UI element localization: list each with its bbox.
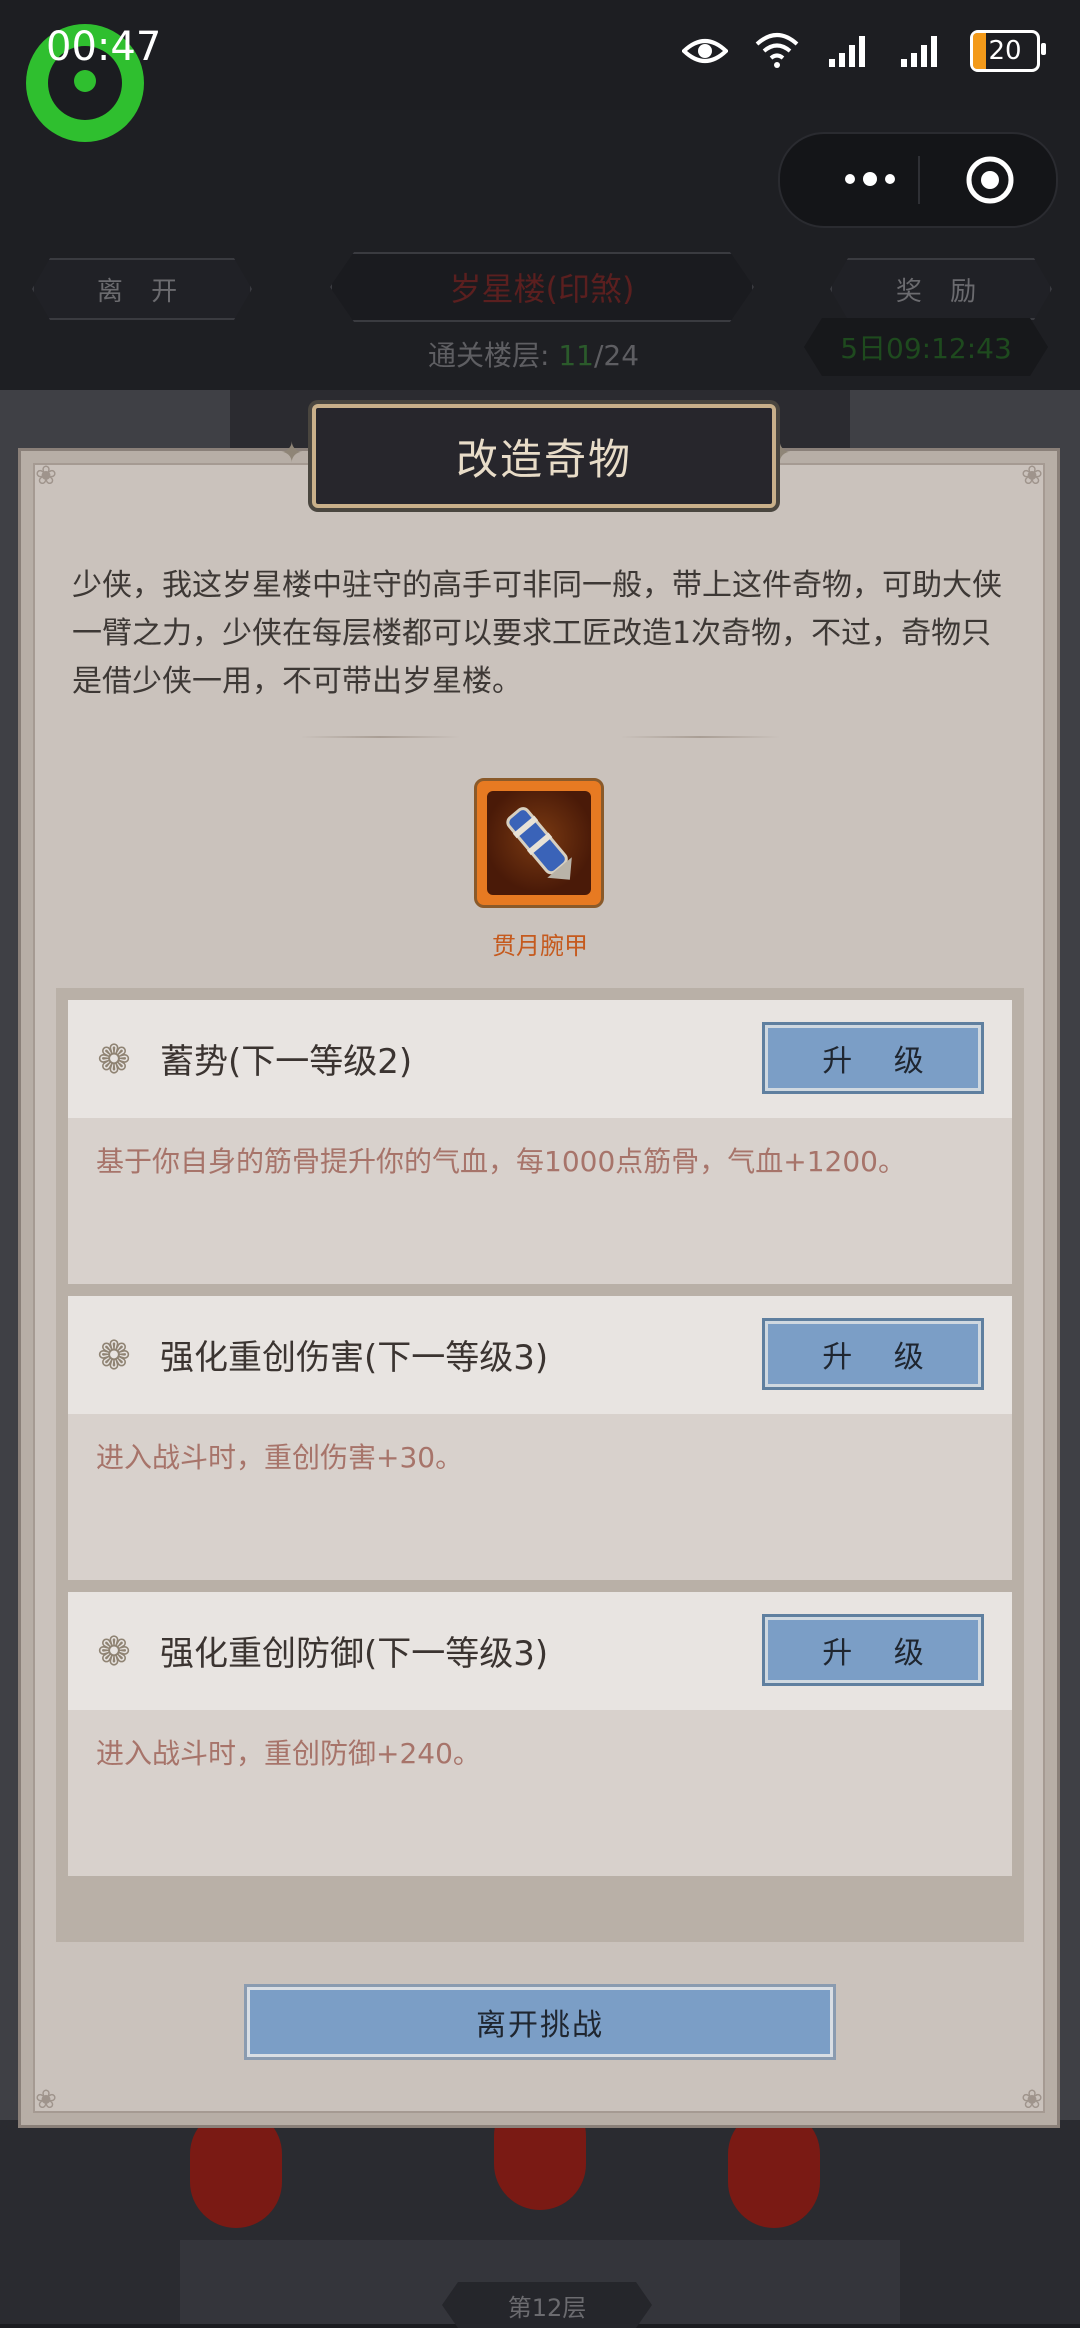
flower-icon: ❁: [97, 1333, 131, 1379]
signal-icon: [898, 31, 944, 71]
miniprogram-capsule: [778, 132, 1058, 228]
floor-title: 岁星楼(印煞): [330, 252, 754, 322]
option-title: 蓄势(下一等级2): [160, 1042, 413, 1082]
option-desc: 进入战斗时，重创防御+240。: [96, 1737, 481, 1770]
flower-icon: ❁: [97, 1629, 131, 1675]
dialog-title-plate: 改造奇物: [312, 404, 776, 508]
cleared-floors: 通关楼层: 11/24: [428, 334, 639, 374]
upgrade-button[interactable]: 升 级: [762, 1022, 984, 1094]
option-card: ❁ 强化重创防御(下一等级3) 升 级 进入战斗时，重创防御+240。: [68, 1592, 1012, 1876]
option-desc: 进入战斗时，重创伤害+30。: [96, 1441, 464, 1474]
bracer-icon: [506, 807, 572, 880]
countdown-timer: 5日09:12:43: [804, 318, 1048, 376]
option-card: ❁ 强化重创伤害(下一等级3) 升 级 进入战斗时，重创伤害+30。: [68, 1296, 1012, 1580]
status-time: 00:47: [46, 24, 162, 70]
battery-level: 20: [988, 36, 1022, 66]
battery-icon: 20: [970, 30, 1046, 72]
corner-ornament-icon: ❀: [35, 2085, 57, 2115]
option-desc: 基于你自身的筋骨提升你的气血，每1000点筋骨，气血+1200。: [96, 1145, 906, 1178]
intro-text: 少侠，我这岁星楼中驻守的高手可非同一般，带上这件奇物，可助大侠一臂之力，少侠在每…: [72, 568, 1002, 699]
more-icon[interactable]: [820, 156, 920, 202]
flower-icon: ❁: [97, 1037, 131, 1083]
status-icons: 20: [682, 28, 1046, 74]
signal-icon: [826, 31, 872, 71]
eye-icon: [682, 31, 728, 71]
item-icon[interactable]: [474, 778, 604, 908]
cleared-label: 通关楼层:: [428, 339, 550, 372]
cleared-total: /24: [593, 339, 640, 372]
option-card: ❁ 蓄势(下一等级2) 升 级 基于你自身的筋骨提升你的气血，每1000点筋骨，…: [68, 1000, 1012, 1284]
corner-ornament-icon: ❀: [1021, 2085, 1043, 2115]
divider: [300, 736, 460, 738]
divider: [620, 736, 780, 738]
option-title: 强化重创防御(下一等级3): [160, 1634, 549, 1674]
floor-label: 第12层: [442, 2282, 652, 2328]
reward-button[interactable]: 奖 励: [830, 258, 1052, 320]
upgrade-button[interactable]: 升 级: [762, 1318, 984, 1390]
item-name: 贯月腕甲: [492, 932, 588, 960]
option-title: 强化重创伤害(下一等级3): [160, 1338, 549, 1378]
corner-ornament-icon: ❀: [1021, 461, 1043, 491]
cleared-current: 11: [558, 339, 594, 372]
upgrade-button[interactable]: 升 级: [762, 1614, 984, 1686]
options-panel: ❁ 蓄势(下一等级2) 升 级 基于你自身的筋骨提升你的气血，每1000点筋骨，…: [56, 988, 1024, 1942]
leave-challenge-button[interactable]: 离开挑战: [244, 1984, 836, 2060]
dialog-title: 改造奇物: [455, 434, 632, 484]
corner-ornament-icon: ❀: [35, 461, 57, 491]
wifi-icon: [754, 31, 800, 71]
target-icon[interactable]: [966, 156, 1014, 204]
leave-top-button[interactable]: 离 开: [32, 258, 252, 320]
